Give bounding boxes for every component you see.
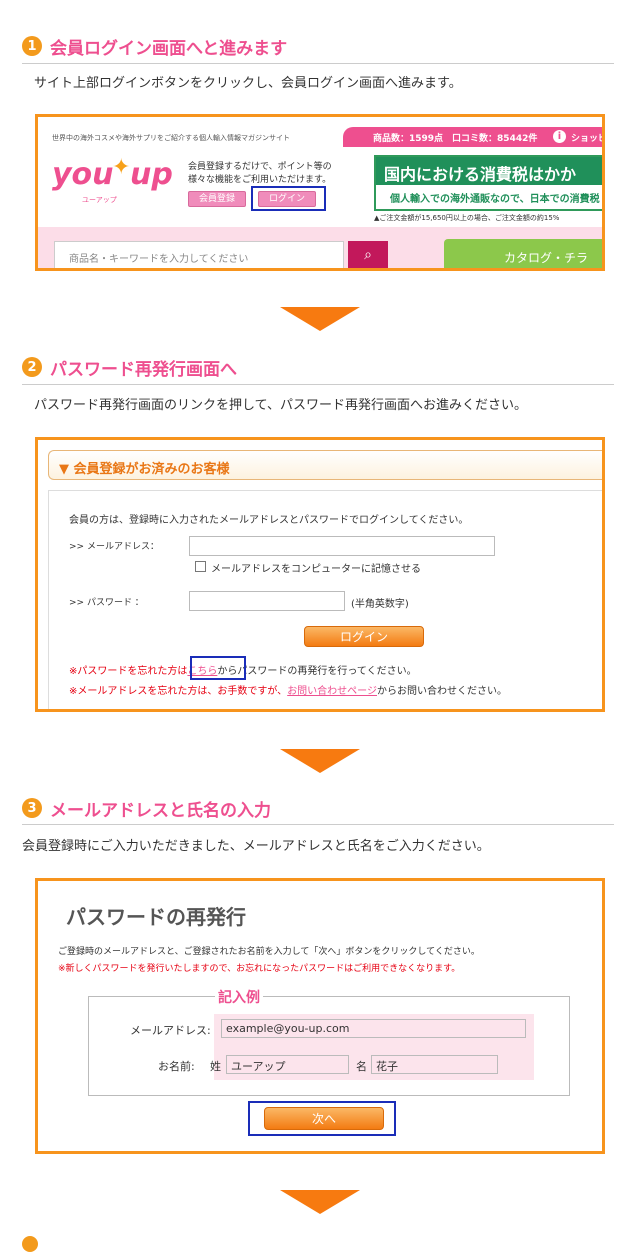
down-arrow-1	[280, 307, 360, 331]
logo-sub: ユーアップ	[82, 196, 117, 204]
step2-heading: 2 パスワード再発行画面へ	[22, 354, 237, 380]
forgot-password-post: からパスワードの再発行を行ってください。	[217, 666, 417, 677]
catalog-button[interactable]: カタログ・チラ	[444, 239, 602, 268]
person-icon: ✦	[112, 155, 131, 180]
step2-description: パスワード再発行画面のリンクを押して、パスワード再発行画面へお進みください。	[34, 398, 527, 413]
step2-divider	[22, 384, 614, 385]
first-name-field[interactable]: 花子	[371, 1055, 498, 1074]
logo-up: up	[130, 157, 173, 192]
search-icon[interactable]: ⌕	[348, 241, 388, 268]
tax-banner[interactable]: 国内における消費税はかか 個人輸入での海外通販なので、日本での消費税	[374, 155, 602, 211]
stats-bar: 商品数：1599点 口コミ数：85442件 i ショッピ	[343, 127, 602, 147]
step2-number-icon: 2	[22, 357, 42, 377]
reissue-instruction: ご登録時のメールアドレスと、ご登録されたお名前を入力して「次へ」ボタンをクリック…	[58, 947, 480, 957]
forgot-email-post: からお問い合わせください。	[377, 686, 507, 697]
remember-checkbox[interactable]	[195, 561, 206, 572]
catalog-label: カタログ・チラ	[504, 251, 589, 265]
step2-title: パスワード再発行画面へ	[50, 359, 237, 380]
first-name-label: 名	[356, 1060, 367, 1073]
contact-page-link[interactable]: お問い合わせページ	[287, 686, 377, 697]
forgot-email-pre: ※メールアドレスを忘れた方は、お手数ですが、	[69, 686, 288, 697]
login-submit-button[interactable]: ログイン	[304, 626, 424, 647]
stats-text: 商品数：1599点 口コミ数：85442件	[373, 134, 538, 144]
step1-title: 会員ログイン画面へと進みます	[50, 38, 288, 59]
search-placeholder: 商品名・キーワードを入力してください	[69, 254, 249, 265]
step3-divider	[22, 824, 614, 825]
reissue-name-label: お名前:	[158, 1060, 195, 1073]
banner-title: 国内における消費税はかか	[384, 165, 577, 184]
banner-note: ▲ご注文金額が15,650円以上の場合、ご注文金額の約15%	[374, 214, 560, 222]
last-name-field[interactable]: ユーアップ	[226, 1055, 349, 1074]
remember-label: メールアドレスをコンピューターに記憶させる	[211, 564, 421, 575]
member-panel-title: ▼ 会員登録がお済みのお客様	[59, 462, 230, 477]
reissue-page-title: パスワードの再発行	[66, 905, 246, 929]
forgot-password-pre: ※パスワードを忘れた方は	[69, 666, 188, 677]
member-panel-header: ▼ 会員登録がお済みのお客様	[48, 450, 602, 480]
reissue-warning: ※新しくパスワードを発行いたしますので、お忘れになったパスワードはご利用できなく…	[58, 964, 461, 974]
step1-number-icon: 1	[22, 36, 42, 56]
search-input[interactable]: 商品名・キーワードを入力してください	[54, 241, 344, 268]
search-bar-area: 商品名・キーワードを入力してください ⌕ カタログ・チラ	[38, 227, 602, 268]
down-arrow-2	[280, 749, 360, 773]
down-arrow-3	[280, 1190, 360, 1214]
banner-subtitle: 個人輸入での海外通販なので、日本での消費税	[390, 194, 600, 205]
step2-screenshot-frame: ▼ 会員登録がお済みのお客様 会員の方は、登録時に入力されたメールアドレスとパス…	[35, 437, 605, 712]
site-logo[interactable]: you ✦ up ユーアップ	[52, 153, 177, 211]
step1-heading: 1 会員ログイン画面へと進みます	[22, 33, 287, 59]
info-icon: i	[553, 130, 566, 143]
forgot-email-line: ※メールアドレスを忘れた方は、お手数ですが、お問い合わせページからお問い合わせく…	[69, 682, 507, 697]
step1-description: サイト上部ログインボタンをクリックし、会員ログイン画面へ進みます。	[34, 76, 462, 91]
reissue-email-label: メールアドレス:	[130, 1024, 211, 1037]
register-button[interactable]: 会員登録	[188, 191, 246, 207]
step3-heading: 3 メールアドレスと氏名の入力	[22, 795, 271, 821]
last-name-label: 姓	[210, 1060, 221, 1073]
example-label: 記入例	[215, 987, 263, 1007]
step1-divider	[22, 63, 614, 64]
login-form: 会員の方は、登録時に入力されたメールアドレスとパスワードでログインしてください。…	[48, 490, 602, 709]
shop-link[interactable]: ショッピ	[571, 131, 602, 144]
step1-screenshot-frame: 世界中の海外コスメや海外サプリをご紹介する個人輸入情報マガジンサイト 商品数：1…	[35, 114, 605, 271]
reissue-email-field[interactable]: example@you-up.com	[221, 1019, 526, 1038]
member-text-2: 様々な機能をご利用いただけます。	[188, 175, 332, 185]
step3-description: 会員登録時にご入力いただきました、メールアドレスと氏名をご入力ください。	[22, 839, 490, 854]
login-highlight-box	[251, 186, 326, 211]
email-label: >> メールアドレス：	[69, 542, 159, 552]
step3-number-icon: 3	[22, 798, 42, 818]
login-intro: 会員の方は、登録時に入力されたメールアドレスとパスワードでログインしてください。	[69, 515, 469, 526]
next-highlight-box	[248, 1101, 396, 1136]
step3-title: メールアドレスと氏名の入力	[50, 800, 271, 821]
step3-screenshot-frame: パスワードの再発行 ご登録時のメールアドレスと、ご登録されたお名前を入力して「次…	[35, 878, 605, 1154]
site-tagline: 世界中の海外コスメや海外サプリをご紹介する個人輸入情報マガジンサイト	[52, 134, 290, 142]
logo-you: you	[52, 157, 114, 192]
email-field[interactable]	[189, 536, 495, 556]
password-hint: (半角英数字)	[351, 599, 409, 610]
link-highlight-box	[190, 656, 246, 680]
member-text-1: 会員登録するだけで、ポイント等の	[188, 162, 332, 172]
step4-number-icon	[22, 1236, 38, 1252]
password-label: >> パスワード ：	[69, 598, 144, 608]
password-field[interactable]	[189, 591, 345, 611]
